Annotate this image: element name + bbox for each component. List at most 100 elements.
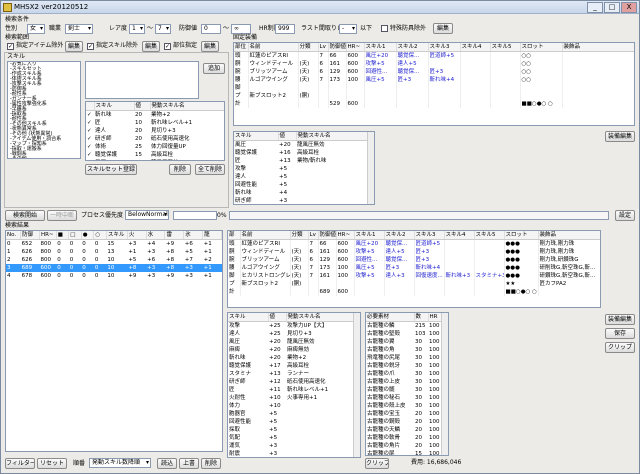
skill-list-row[interactable]: ✓ 斬れ味 20 業物+2 <box>86 111 224 120</box>
results-col-header-9[interactable]: 水 <box>146 231 166 240</box>
results-col-header-4[interactable]: □ <box>68 231 82 240</box>
detail-col-header-9[interactable]: スキル4 <box>444 231 475 240</box>
materials-box[interactable]: 必要素材数 HR 古龍種の鱗 215 100 古龍種の堅殻 103 100 古龍種の翼 30 10… <box>365 312 449 456</box>
filter-button[interactable]: フィルター <box>5 458 35 469</box>
material-row[interactable]: 古龍種の秘石 30 100 <box>366 394 442 402</box>
result-skill-row[interactable]: 研ぎ師 +12 砥石使用高速化 <box>228 378 354 386</box>
result-skill-row[interactable]: 達人 +25 見切り+3 <box>228 330 354 338</box>
detail-col-header-11[interactable]: スロット <box>504 231 539 240</box>
detail-row[interactable]: プ新ブスロット2 (胴) ★★ 匠カフPA2 <box>228 280 600 288</box>
material-row[interactable]: 古龍種の角 30 100 <box>366 346 442 354</box>
result-skill-row[interactable]: 匠 +11 斬れ味レベル+1 <box>228 386 354 394</box>
clip-button[interactable]: クリップ <box>605 342 635 353</box>
part-checkbox[interactable]: ✓ <box>164 43 171 50</box>
detail-col-header-3[interactable]: Lv <box>308 231 319 240</box>
result-skill-row[interactable]: 耐震 +3 <box>228 450 354 457</box>
overwrite-button[interactable]: 上書 <box>179 458 199 469</box>
result-skill-row[interactable]: 斬れ味 +20 業物+2 <box>228 354 354 362</box>
result-skill-row[interactable]: 攻撃 +25 攻撃力UP【大】 <box>228 322 354 331</box>
material-row[interactable]: 古龍種の堅殻 103 100 <box>366 330 442 338</box>
result-skill-col-header-1[interactable]: 値 <box>268 313 287 322</box>
sort-select[interactable]: 発動スキル数降順 <box>89 458 151 468</box>
fixed-skill-row[interactable]: 聴覚保護 +16 高級耳栓 <box>234 149 368 157</box>
result-skill-row[interactable]: 回避性能 +5 <box>228 418 354 426</box>
fixed-equip-col-header-12[interactable]: 装飾品 <box>562 43 634 52</box>
result-row[interactable]: 1 626 800 0 0 0 0 13 +1 +3 +8 +5 +1 <box>6 248 222 256</box>
materials-col-header-2[interactable]: HR <box>428 313 443 322</box>
result-skill-row[interactable]: 風圧 +20 龍風圧無効 <box>228 338 354 346</box>
fixed-skill-box[interactable]: スキル値発動スキル名 風圧 +20 龍風圧無効 聴覚保護 +16 高級耳栓匠 +13 業物/斬… <box>233 131 375 205</box>
material-row[interactable]: 古龍種の上皮 30 100 <box>366 378 442 386</box>
detail-col-header-12[interactable]: 装飾品 <box>538 231 600 240</box>
rare-from-select[interactable]: 1 <box>129 24 145 34</box>
result-skill-box[interactable]: スキル値発動スキル名 攻撃 +25 攻撃力UP【大】 達人 +25 見切り+3 風圧 +20 龍… <box>227 312 361 458</box>
material-row[interactable]: 古龍種の爪 30 100 <box>366 370 442 378</box>
skill-tree-item[interactable]: -その他 <box>8 157 80 159</box>
skill-col-header[interactable]: スキル <box>94 102 135 111</box>
result-skill-row[interactable]: 気配 +5 <box>228 434 354 442</box>
material-row[interactable]: 古龍種の髄 30 100 <box>366 386 442 394</box>
fixed-equip-col-header-3[interactable]: Lv <box>318 43 329 52</box>
skill-exclude-edit-button[interactable]: 編集 <box>142 41 160 52</box>
result-row[interactable]: 2 626 800 0 0 0 0 10 +5 +6 +8 +7 +2 <box>6 256 222 264</box>
priority-select[interactable]: BelowNormal <box>125 210 169 220</box>
result-skill-row[interactable]: 体力 +10 <box>228 402 354 410</box>
skill-tree[interactable]: -お気に入り -スキルセット -作成スキル系 -体術スキル系 -攻撃スキル系 -防御系 -耐… <box>7 61 81 159</box>
type-select[interactable]: 剣士 <box>65 24 93 34</box>
fixed-equip-col-header-10[interactable]: スキル5 <box>490 43 521 52</box>
fixed-equip-col-header-5[interactable]: HR~ <box>346 43 365 52</box>
material-row[interactable]: 古龍種の尾 15 100 <box>366 450 442 455</box>
fixed-equip-col-header-2[interactable]: 分類 <box>298 43 319 52</box>
skill-list-row[interactable]: ✓ 匠 10 斬れ味レベル+1 <box>86 119 224 127</box>
skill-input-area[interactable] <box>85 61 199 99</box>
fixed-skill-col-header-1[interactable]: 値 <box>278 132 297 141</box>
skill-check[interactable]: ✓ <box>86 127 94 135</box>
selected-skill-list[interactable]: スキル値発動スキル名 ✓ 斬れ味 20 業物+2 ✓ 匠 10 斬れ味レベル+1 ✓ 達人 20 見切… <box>85 101 225 161</box>
fixed-equip-col-header-11[interactable]: スロット <box>520 43 563 52</box>
material-row[interactable]: 古龍種の鱗 215 100 <box>366 322 442 331</box>
result-skill-row[interactable]: スタミナ +13 ランナー <box>228 370 354 378</box>
fixed-skill-row[interactable]: 攻撃 +5 <box>234 165 368 173</box>
material-row[interactable]: 古龍種の軟骨 20 100 <box>366 434 442 442</box>
fixed-equip-row[interactable]: 胴ウィンドディール (天) 6 161 600 攻撃+5 達人+5 ○○ <box>234 60 634 68</box>
result-detail-box[interactable]: 部名前 分類 Lv 防御値 HR~ スキル1 スキル2 スキル3 スキル4 スキル5 スロット 装飾品… <box>227 230 601 308</box>
detail-col-header-4[interactable]: 防御値 <box>318 231 337 240</box>
fixed-equip-col-header-6[interactable]: スキル1 <box>364 43 397 52</box>
detail-row[interactable]: 頭紅蓮のピアスRI 7 66 600 風圧+20 聴覚保... 匠道師+5 ●●● 剛力珠,剛力… <box>228 239 600 248</box>
fixed-skill-scrollbar[interactable] <box>367 132 374 204</box>
skill-check[interactable]: ✓ <box>86 143 94 151</box>
material-row[interactable]: 古龍種の翼 30 100 <box>366 338 442 346</box>
skill-list-row[interactable]: ✓風圧20龍風圧無効 <box>86 159 224 160</box>
result-row[interactable]: 4 678 600 0 0 0 0 10 +9 +3 +9 +3 +1 <box>6 272 222 280</box>
detail-col-header-7[interactable]: スキル2 <box>384 231 415 240</box>
results-col-header-1[interactable]: 防御 <box>20 231 40 240</box>
material-row[interactable]: 古龍種の天鱗 20 100 <box>366 426 442 434</box>
fixed-equip-col-header-4[interactable]: 防御値 <box>328 43 347 52</box>
fixed-equip-col-header-1[interactable]: 名前 <box>248 43 299 52</box>
defense-to-input[interactable]: ∞ <box>231 24 251 34</box>
skill-check[interactable]: ✓ <box>86 135 94 143</box>
detail-col-header-5[interactable]: HR~ <box>336 231 355 240</box>
fixed-skill-col-header-2[interactable]: 発動スキル名 <box>296 132 369 141</box>
rare-to-select[interactable]: 7 <box>155 24 171 34</box>
skill-check[interactable]: ✓ <box>86 111 94 120</box>
fixed-equip-row[interactable]: プ新ブスロット2 (胴) <box>234 92 634 100</box>
results-col-header-8[interactable]: 火 <box>127 231 147 240</box>
result-skill-row[interactable]: 運気 +3 <box>228 442 354 450</box>
fixed-skill-row[interactable]: 達人 +5 <box>234 173 368 181</box>
results-col-header-6[interactable]: ○ <box>93 231 107 240</box>
hr-input[interactable]: 999 <box>275 24 295 34</box>
fixed-equip-col-header-9[interactable]: スキル4 <box>460 43 491 52</box>
delete-skill-button[interactable]: 削除 <box>169 164 191 175</box>
result-skill-col-header-2[interactable]: 発動スキル名 <box>286 313 355 322</box>
material-row[interactable]: 古龍種の角片 20 100 <box>366 442 442 450</box>
skill-check[interactable]: ✓ <box>86 119 94 127</box>
material-row[interactable]: 古龍種の鋭牙 30 100 <box>366 362 442 370</box>
close-button[interactable]: X <box>621 2 637 13</box>
materials-col-header-1[interactable]: 数 <box>414 313 429 322</box>
results-col-header-7[interactable]: スキル <box>106 231 128 240</box>
active-skill-col-header[interactable]: 発動スキル名 <box>150 102 224 111</box>
results-col-header-2[interactable]: HR~ <box>39 231 57 240</box>
results-table-box[interactable]: No. 防御 HR~ ■ □ ● ○ スキル火水雷氷龍 0 652 800 0 0 0 0 15 +3 +4 +9… <box>5 230 223 452</box>
save-button[interactable]: 保存 <box>605 328 635 339</box>
